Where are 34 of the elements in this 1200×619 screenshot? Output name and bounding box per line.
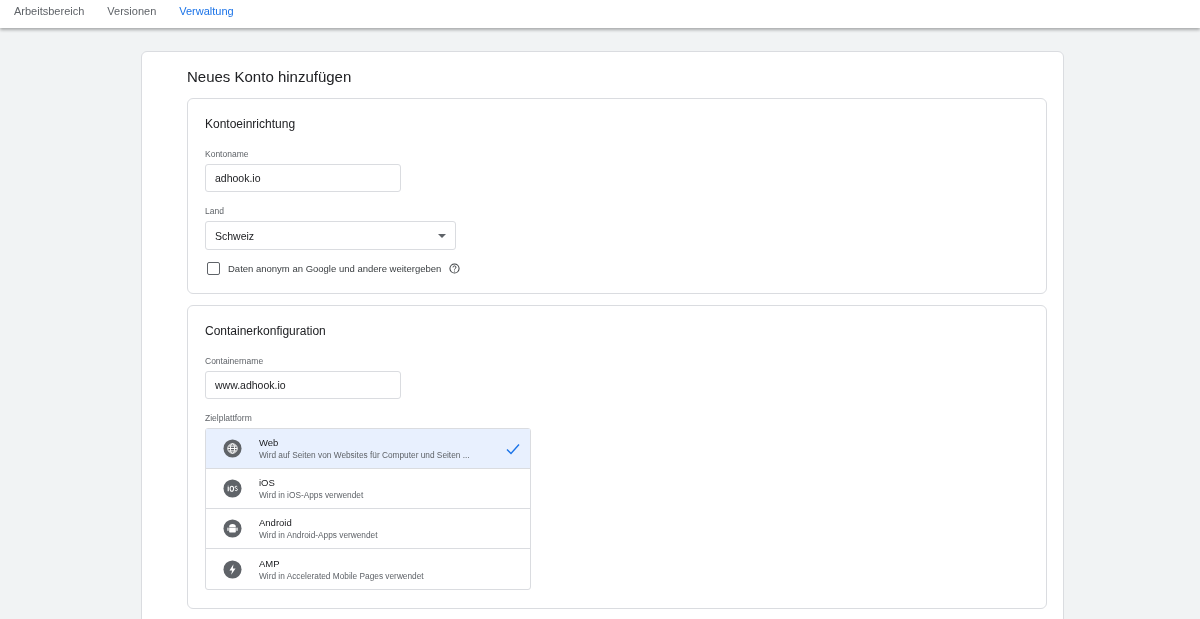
platform-option[interactable]: AMP Wird in Accelerated Mobile Pages verwendet xyxy=(206,549,530,589)
nav-tab[interactable]: Arbeitsbereich xyxy=(14,0,85,17)
platform-name: Android xyxy=(259,517,293,528)
nav-tab[interactable]: Versionen xyxy=(107,0,157,17)
platform-name: AMP xyxy=(259,557,281,569)
field-label: Zielplattform xyxy=(205,413,253,423)
field-label: Containername xyxy=(205,356,265,366)
nav-tab[interactable]: Verwaltung xyxy=(179,0,234,17)
platform-description: Wird in Android-Apps verwendet xyxy=(259,530,379,540)
caret-icon xyxy=(438,233,446,238)
platform-description: Wird in Accelerated Mobile Pages verwendet xyxy=(259,570,425,581)
input-field[interactable]: www.adhook.io xyxy=(205,371,401,399)
platform-option[interactable]: Web Wird auf Seiten von Websites für Computer und Seiten ... xyxy=(206,429,530,469)
page-title: Neues Konto hinzufügen xyxy=(187,68,353,85)
check-icon xyxy=(506,442,520,455)
platform-option[interactable]: iOS Wird in iOS-Apps verwendet xyxy=(206,469,530,509)
field-label: Kontoname xyxy=(205,149,250,159)
platform-name: iOS xyxy=(259,477,276,488)
platform-option[interactable]: Android Wird in Android-Apps verwendet xyxy=(206,509,530,549)
ios-platform-icon xyxy=(223,479,242,498)
input-field[interactable]: adhook.io xyxy=(205,164,401,192)
section-title: Containerkonfiguration xyxy=(205,324,327,338)
field-label: Land xyxy=(205,206,225,216)
android-platform-icon xyxy=(223,519,242,538)
section-title: Kontoeinrichtung xyxy=(205,117,297,131)
country-dropdown[interactable]: Schweiz xyxy=(205,221,456,250)
checkbox[interactable] xyxy=(207,262,220,275)
platform-description: Wird auf Seiten von Websites für Computer und Seiten ... xyxy=(259,450,471,460)
platform-description: Wird in iOS-Apps verwendet xyxy=(259,490,365,500)
platform-name: Web xyxy=(259,437,280,448)
checkbox-label: Daten anonym an Google und andere weitergeben xyxy=(228,263,442,274)
help-icon[interactable] xyxy=(449,263,461,274)
web-platform-icon xyxy=(223,439,242,458)
amp-platform-icon xyxy=(223,559,242,579)
